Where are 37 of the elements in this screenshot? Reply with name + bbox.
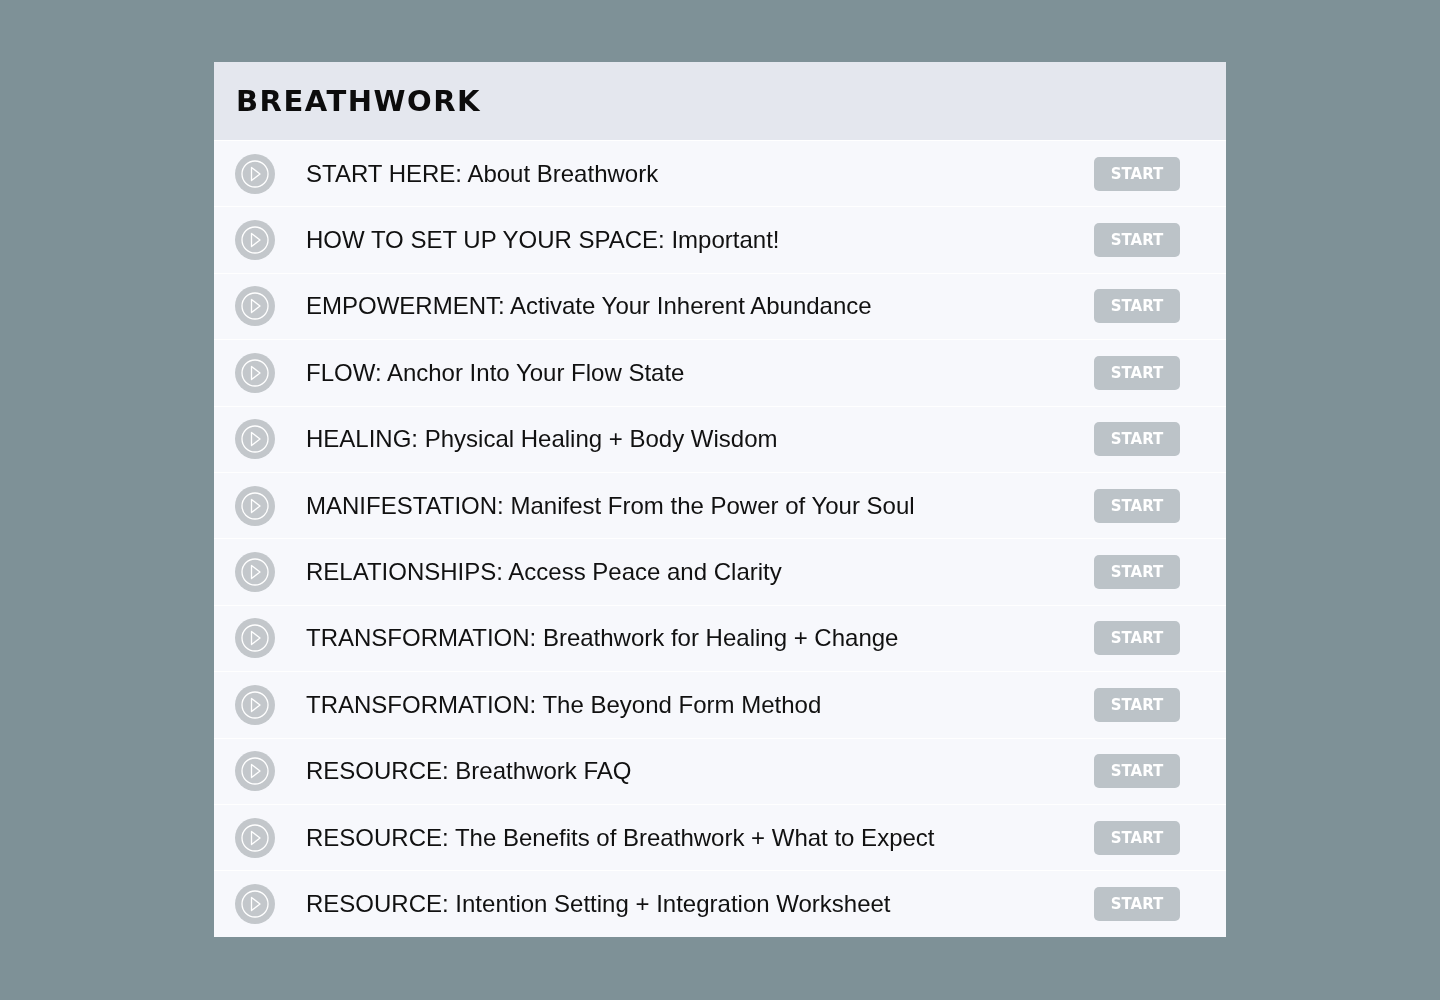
lesson-title: EMPOWERMENT: Activate Your Inherent Abundance xyxy=(306,292,873,321)
lesson-row[interactable]: START HERE: About Breathwork START xyxy=(214,140,1226,207)
play-icon xyxy=(235,220,275,261)
play-icon xyxy=(235,485,275,526)
play-icon xyxy=(235,552,275,593)
lesson-title: TRANSFORMATION: Breathwork for Healing + Change xyxy=(306,624,900,653)
lesson-row[interactable]: HOW TO SET UP YOUR SPACE: Important! START xyxy=(214,206,1226,273)
section-title: BREATHWORK xyxy=(236,84,481,118)
lesson-row[interactable]: RESOURCE: Breathwork FAQ START xyxy=(214,737,1226,804)
play-icon xyxy=(235,817,275,858)
play-icon xyxy=(235,684,275,725)
lesson-row[interactable]: HEALING: Physical Healing + Body Wisdom START xyxy=(214,405,1226,472)
lesson-title: RESOURCE: Intention Setting + Integration Worksheet xyxy=(306,890,892,918)
lesson-title: RESOURCE: The Benefits of Breathwork + What to Expect xyxy=(306,823,936,852)
lesson-row[interactable]: EMPOWERMENT: Activate Your Inherent Abundance START xyxy=(214,272,1226,340)
lesson-row[interactable]: TRANSFORMATION: Breathwork for Healing + Change START xyxy=(214,604,1226,672)
lesson-title: TRANSFORMATION: The Beyond Form Method xyxy=(306,690,823,719)
play-icon xyxy=(235,419,275,460)
lesson-title: FLOW: Anchor Into Your Flow State xyxy=(306,358,686,387)
lesson-row[interactable]: RESOURCE: The Benefits of Breathwork + What to Expect START xyxy=(214,803,1226,871)
lesson-row[interactable]: TRANSFORMATION: The Beyond Form Method START xyxy=(214,671,1226,738)
lesson-title: START HERE: About Breathwork xyxy=(306,159,660,188)
lesson-row[interactable]: MANIFESTATION: Manifest From the Power of Your Soul START xyxy=(214,471,1226,539)
play-icon xyxy=(235,153,275,194)
lesson-row[interactable]: FLOW: Anchor Into Your Flow State START xyxy=(214,339,1226,406)
lesson-title: HEALING: Physical Healing + Body Wisdom xyxy=(306,425,779,454)
play-icon xyxy=(235,884,275,924)
lesson-title: RELATIONSHIPS: Access Peace and Clarity xyxy=(306,558,783,587)
lesson-title: MANIFESTATION: Manifest From the Power of Your Soul xyxy=(306,491,916,520)
play-icon xyxy=(235,618,275,659)
lesson-row[interactable]: RESOURCE: Intention Setting + Integration Worksheet START xyxy=(214,870,1226,937)
play-icon xyxy=(235,286,275,327)
lesson-title: HOW TO SET UP YOUR SPACE: Important! xyxy=(306,226,781,255)
play-icon xyxy=(235,751,275,792)
lesson-title: RESOURCE: Breathwork FAQ xyxy=(306,757,633,786)
play-icon xyxy=(235,352,275,393)
lesson-row[interactable]: RELATIONSHIPS: Access Peace and Clarity START xyxy=(214,538,1226,605)
